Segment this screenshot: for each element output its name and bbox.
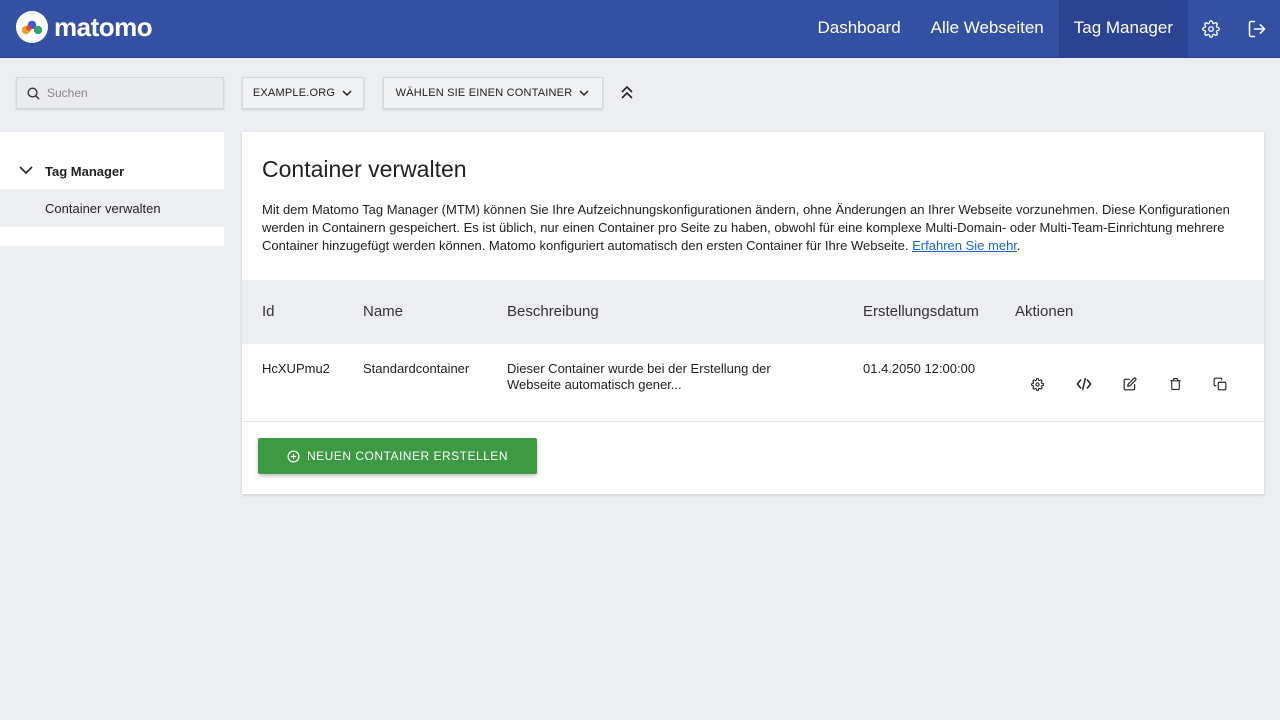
table-row: HcXUPmu2 Standardcontainer Dieser Contai… xyxy=(242,344,1264,422)
chevron-down-icon xyxy=(578,87,590,99)
code-icon xyxy=(1076,377,1092,391)
main-card: Container verwalten Mit dem Matomo Tag M… xyxy=(242,132,1264,494)
column-header-created[interactable]: Erstellungsdatum xyxy=(863,303,979,320)
double-chevron-up-icon xyxy=(621,85,633,99)
sidebar-item-manage-containers[interactable]: Container verwalten xyxy=(0,189,224,227)
container-selector[interactable]: WÄHLEN SIE EINEN CONTAINER xyxy=(383,77,603,109)
search-input[interactable] xyxy=(47,86,207,100)
nav-tag-manager[interactable]: Tag Manager xyxy=(1058,0,1188,58)
top-bar: matomo Dashboard Alle Webseiten Tag Mana… xyxy=(0,0,1280,58)
trash-icon xyxy=(1169,378,1181,390)
learn-more-link[interactable]: Erfahren Sie mehr xyxy=(912,238,1017,253)
column-header-id[interactable]: Id xyxy=(262,303,275,320)
logo-text: matomo xyxy=(54,12,153,42)
edit-container-button[interactable] xyxy=(1120,374,1140,394)
copy-icon xyxy=(1213,377,1227,391)
plus-circle-icon xyxy=(287,449,300,463)
copy-container-button[interactable] xyxy=(1210,374,1230,394)
column-header-description[interactable]: Beschreibung xyxy=(507,303,599,320)
sidebar-item-label: Container verwalten xyxy=(45,201,161,216)
gear-icon xyxy=(1202,20,1220,38)
chevron-down-icon xyxy=(341,87,353,99)
site-selector-label: EXAMPLE.ORG xyxy=(252,87,336,99)
table-header: Id Name Beschreibung Erstellungsdatum Ak… xyxy=(242,280,1264,344)
create-container-label: NEUEN CONTAINER ERSTELLEN xyxy=(307,449,508,463)
sidebar-section-tag-manager[interactable]: Tag Manager xyxy=(0,160,224,182)
cell-description: Dieser Container wurde bei der Erstellun… xyxy=(507,361,771,392)
logo-icon xyxy=(16,11,48,43)
cell-id: HcXUPmu2 xyxy=(262,361,330,376)
install-code-button[interactable] xyxy=(1074,374,1094,394)
page-description: Mit dem Matomo Tag Manager (MTM) können … xyxy=(262,202,1230,253)
container-selector-label: WÄHLEN SIE EINEN CONTAINER xyxy=(395,87,573,99)
logout-icon xyxy=(1248,20,1266,38)
sidebar-section-label: Tag Manager xyxy=(45,163,125,179)
search-icon xyxy=(27,87,40,100)
matomo-logo[interactable]: matomo xyxy=(16,11,153,43)
nav-all-websites[interactable]: Alle Webseiten xyxy=(916,0,1059,58)
admin-settings-button[interactable] xyxy=(1188,0,1234,58)
chevron-down-icon xyxy=(18,164,34,182)
edit-icon xyxy=(1123,377,1137,391)
cell-created: 01.4.2050 12:00:00 xyxy=(863,361,976,376)
column-header-actions: Aktionen xyxy=(1015,303,1074,320)
create-container-button[interactable]: NEUEN CONTAINER ERSTELLEN xyxy=(258,438,537,474)
gear-icon xyxy=(1030,377,1044,391)
nav-dashboard[interactable]: Dashboard xyxy=(803,0,916,58)
delete-container-button[interactable] xyxy=(1165,374,1185,394)
top-nav: Dashboard Alle Webseiten Tag Manager xyxy=(803,0,1280,58)
site-selector[interactable]: EXAMPLE.ORG xyxy=(242,77,364,109)
page-title: Container verwalten xyxy=(262,156,467,182)
description-text: Mit dem Matomo Tag Manager (MTM) können … xyxy=(262,202,1230,253)
search-box[interactable] xyxy=(16,77,224,109)
logout-button[interactable] xyxy=(1234,0,1280,58)
sidebar: Tag Manager Container verwalten xyxy=(0,132,224,246)
cell-name: Standardcontainer xyxy=(363,361,470,376)
column-header-name[interactable]: Name xyxy=(363,303,403,320)
collapse-toolbar-button[interactable] xyxy=(618,82,636,102)
container-settings-button[interactable] xyxy=(1027,374,1047,394)
